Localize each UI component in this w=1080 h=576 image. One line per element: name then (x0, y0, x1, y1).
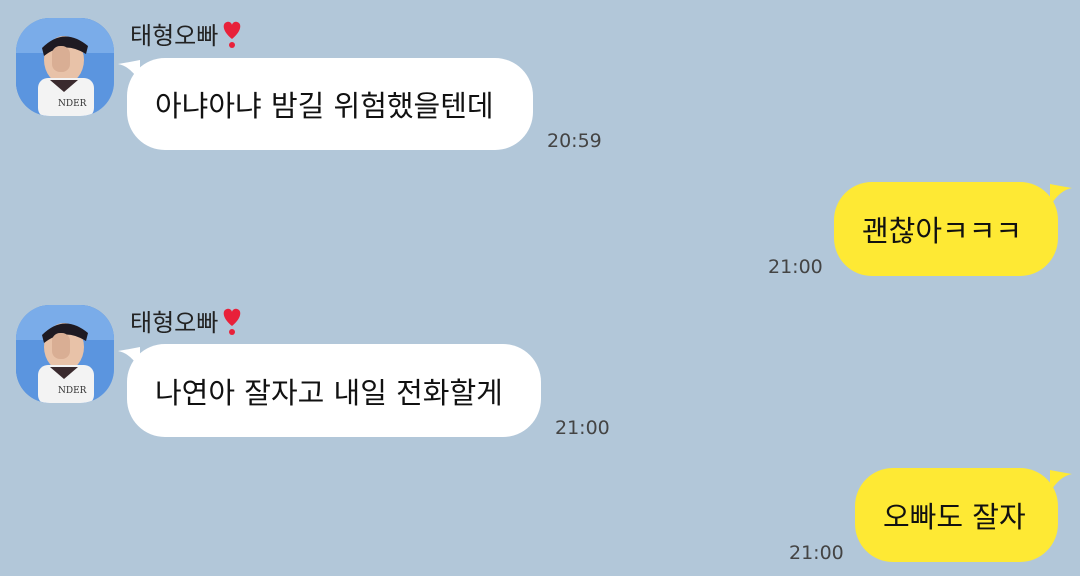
message-bubble[interactable]: 아냐아냐 밤길 위험했을텐데 (127, 58, 533, 150)
message-time: 20:59 (547, 130, 602, 152)
svg-text:NDER: NDER (58, 99, 87, 109)
avatar-photo: NDER (16, 305, 114, 403)
message-bubble[interactable]: 나연아 잘자고 내일 전화할게 (127, 344, 541, 437)
message-text: 오빠도 잘자 (883, 500, 1026, 534)
message-time: 21:00 (555, 417, 610, 439)
sender-name: 태형오빠 (130, 303, 244, 338)
message-bubble[interactable]: 괜찮아ㅋㅋㅋ (834, 182, 1058, 276)
message-text: 아냐아냐 밤길 위험했을텐데 (155, 89, 494, 123)
message-bubble[interactable]: 오빠도 잘자 (855, 468, 1058, 562)
bubble-tail (1050, 470, 1072, 492)
sender-name: 태형오빠 (130, 16, 244, 51)
sender-name-text: 태형오빠 (130, 22, 219, 50)
bubble-tail (1050, 184, 1072, 206)
message-text: 괜찮아ㅋㅋㅋ (862, 214, 1023, 248)
avatar[interactable]: NDER (16, 305, 114, 403)
avatar-photo: NDER (16, 18, 114, 116)
sender-name-text: 태형오빠 (130, 309, 219, 337)
message-text: 나연아 잘자고 내일 전화할게 (155, 375, 503, 410)
heart-exclamation-icon (224, 308, 241, 335)
svg-text:NDER: NDER (58, 386, 87, 396)
message-time: 21:00 (768, 256, 823, 278)
avatar[interactable]: NDER (16, 18, 114, 116)
heart-exclamation-icon (224, 21, 241, 48)
message-time: 21:00 (789, 542, 844, 564)
